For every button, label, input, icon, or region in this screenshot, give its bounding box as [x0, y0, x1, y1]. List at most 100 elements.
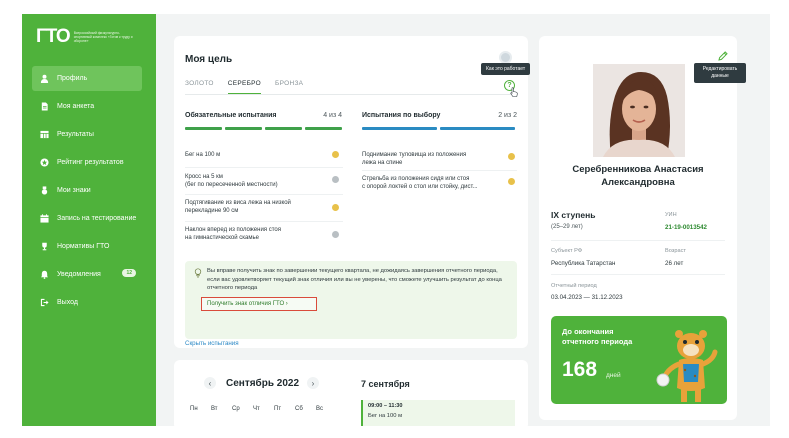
optional-progress-segment — [362, 127, 437, 130]
tab-gold[interactable]: ЗОЛОТО — [185, 80, 214, 94]
trial-status-dot — [332, 204, 339, 211]
trial-status-dot — [508, 178, 515, 185]
hide-trials-link[interactable]: Скрыть испытания — [185, 340, 239, 347]
hint-text: Вы вправе получить знак по завершении те… — [207, 268, 502, 292]
age-range: (25–29 лет) — [551, 224, 583, 230]
sidebar: ГТО Всероссийский физкультурно-спортивны… — [22, 14, 156, 426]
mandatory-progress-bars — [185, 127, 345, 130]
mandatory-progress-segment — [225, 127, 262, 130]
tab-silver[interactable]: СЕРЕБРО — [227, 80, 262, 94]
mandatory-progress-segment — [305, 127, 342, 130]
mandatory-tests-count: 4 из 4 — [323, 112, 342, 119]
table-icon — [40, 130, 49, 139]
optional-trial-name: Поднимание туловища из положения лежа на… — [362, 152, 467, 166]
rating-icon — [40, 158, 49, 167]
tab-bronze[interactable]: БРОНЗА — [275, 80, 303, 94]
trophy-icon — [40, 242, 49, 251]
sidebar-item-logout[interactable]: Выход — [32, 290, 142, 315]
age-value: 26 лет — [665, 260, 684, 267]
mandatory-trial-name: Кросс на 5 км (бег по пересеченной местн… — [185, 174, 278, 188]
sidebar-item-rating[interactable]: Рейтинг результатов — [32, 150, 142, 175]
lightbulb-icon — [194, 268, 202, 278]
sidebar-item-label: Моя анкета — [57, 103, 95, 110]
logo-mark: ГТО — [36, 26, 71, 47]
logo-text: Всероссийский физкультурно-спортивный ко… — [73, 31, 133, 43]
sidebar-item-questionnaire[interactable]: Моя анкета — [32, 94, 142, 119]
age-label: Возраст — [665, 248, 686, 254]
leopard-mascot-icon — [656, 330, 718, 402]
edit-data-tooltip: Редактировать данные — [694, 63, 746, 83]
my-goal-panel: Моя цель Как это работает ЗОЛОТО СЕРЕБРО… — [174, 36, 531, 348]
optional-progress-segment — [440, 127, 515, 130]
row-divider — [185, 167, 343, 168]
optional-progress-bars — [362, 127, 518, 130]
calendar-icon — [40, 214, 49, 223]
next-month-button[interactable]: › — [307, 377, 319, 389]
row-divider — [185, 194, 343, 195]
notifications-count-badge: 12 — [122, 269, 136, 277]
weekday-label: Вт — [211, 406, 218, 412]
user-icon — [40, 74, 49, 83]
calendar-month: Сентябрь 2022 — [226, 378, 300, 389]
mandatory-progress-segment — [265, 127, 302, 130]
weekday-label: Ср — [232, 406, 240, 412]
weekday-label: Сб — [295, 406, 303, 412]
uin-value: 21-19-0013542 — [665, 224, 707, 231]
document-icon — [40, 102, 49, 111]
sidebar-nav: Профиль Моя анкета Результаты Рейтинг ре… — [32, 66, 142, 318]
trial-status-dot — [508, 153, 515, 160]
calendar-weekdays: Пн Вт Ср Чт Пт Сб Вс — [190, 406, 337, 412]
gto-level: IX ступень — [551, 210, 596, 220]
goal-level-tabs: ЗОЛОТО СЕРЕБРО БРОНЗА — [185, 80, 317, 94]
sidebar-item-badges[interactable]: Мои знаки — [32, 178, 142, 203]
profile-photo — [593, 64, 685, 157]
sidebar-item-label: Профиль — [57, 75, 88, 82]
region-value: Республика Татарстан — [551, 260, 616, 267]
trial-status-dot — [332, 231, 339, 238]
uin-label: УИН — [665, 212, 677, 218]
profile-divider — [551, 240, 725, 241]
calendar-panel: ‹ Сентябрь 2022 › Пн Вт Ср Чт Пт Сб Вс 7… — [174, 360, 528, 426]
sidebar-item-label: Нормативы ГТО — [57, 243, 110, 250]
gto-logo[interactable]: ГТО Всероссийский физкультурно-спортивны… — [36, 27, 134, 47]
hand-cursor-icon — [510, 87, 518, 97]
get-gto-badge-button[interactable]: Получить знак отличия ГТО › — [201, 297, 317, 311]
profile-full-name: Серебренникова Анастасия Александровна — [572, 164, 704, 188]
goal-title: Моя цель — [185, 54, 233, 65]
calendar-event[interactable]: 09:00 – 11:30 Бег на 100 м — [361, 400, 515, 426]
sidebar-item-notifications[interactable]: Уведомления 12 — [32, 262, 142, 287]
sidebar-item-label: Рейтинг результатов — [57, 159, 124, 166]
tabs-divider — [185, 94, 517, 95]
sidebar-item-label: Уведомления — [57, 271, 101, 278]
sidebar-item-label: Мои знаки — [57, 187, 91, 194]
sidebar-item-label: Запись на тестирование — [57, 215, 137, 222]
mandatory-tests-title: Обязательные испытания — [185, 112, 277, 119]
profile-card: Редактировать данные Серебренникова Анас… — [539, 36, 746, 420]
optional-trial-name: Стрельба из положения сидя или стоя с оп… — [362, 176, 478, 190]
trial-status-dot — [332, 151, 339, 158]
weekday-label: Пт — [274, 406, 282, 412]
countdown-days-value: 168 — [562, 358, 598, 381]
sidebar-item-results[interactable]: Результаты — [32, 122, 142, 147]
weekday-label: Чт — [253, 406, 260, 412]
how-it-works-tooltip: Как это работает — [481, 63, 531, 75]
sidebar-item-label: Выход — [57, 299, 78, 306]
period-value: 03.04.2023 — 31.12.2023 — [551, 294, 623, 301]
row-divider — [185, 221, 343, 222]
sidebar-item-profile[interactable]: Профиль — [32, 66, 142, 91]
profile-divider — [551, 274, 725, 275]
weekday-label: Пн — [190, 406, 198, 412]
edit-pencil-icon[interactable] — [717, 50, 729, 62]
trial-status-dot — [332, 176, 339, 183]
prev-month-button[interactable]: ‹ — [204, 377, 216, 389]
mandatory-trial-name: Наклон вперед из положения стоя на гимна… — [185, 227, 281, 241]
optional-tests-count: 2 из 2 — [498, 112, 517, 119]
countdown-days-unit: дней — [606, 372, 621, 379]
mandatory-trial-name: Бег на 100 м — [185, 152, 221, 158]
app-window: ГТО Всероссийский физкультурно-спортивны… — [22, 14, 770, 426]
period-label: Отчетный период — [551, 283, 597, 289]
sidebar-item-standards[interactable]: Нормативы ГТО — [32, 234, 142, 259]
selected-date: 7 сентября — [361, 379, 410, 389]
sidebar-item-label: Результаты — [57, 131, 94, 138]
sidebar-item-test-registration[interactable]: Запись на тестирование — [32, 206, 142, 231]
